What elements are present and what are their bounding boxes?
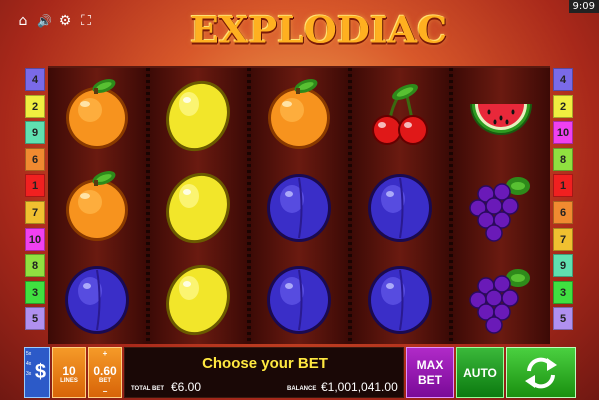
game-logo: EXPLODIAC (190, 8, 448, 51)
bet-panel: 5x 4x 3x $ 10 LINES + 0.60 BET − Choose … (24, 347, 576, 398)
home-icon[interactable]: ⌂ (16, 14, 30, 28)
plum-symbol (48, 252, 146, 344)
lemon-symbol (149, 252, 247, 344)
payline-indicator: 3 (553, 280, 573, 304)
auto-button[interactable]: AUTO (456, 347, 504, 398)
payline-indicator: 3 (25, 280, 45, 304)
payline-indicator: 8 (553, 147, 573, 171)
payline-indicator: 7 (25, 200, 45, 224)
plum-symbol (250, 160, 348, 252)
cherry-symbol (351, 68, 449, 160)
payline-indicator: 1 (25, 174, 45, 198)
payline-indicator: 9 (553, 254, 573, 278)
max-bet-button[interactable]: MAX BET (406, 347, 454, 398)
reel (452, 68, 550, 344)
payline-indicator: 5 (553, 307, 573, 331)
reel-divider (348, 68, 352, 344)
bet-button[interactable]: + 0.60 BET − (88, 347, 122, 398)
plum-symbol (351, 252, 449, 344)
plum-symbol (351, 160, 449, 252)
payline-indicator: 7 (553, 227, 573, 251)
plum-symbol (250, 252, 348, 344)
info-panel: Choose your BET TOTAL BET €6.00 BALANCE … (124, 347, 404, 398)
gear-icon[interactable]: ⚙ (58, 14, 72, 28)
bet-value: 0.60 (93, 364, 117, 378)
bet-label: BET (99, 378, 111, 384)
reel (351, 68, 449, 344)
bet-message: Choose your BET (202, 355, 328, 372)
payline-indicator: 4 (25, 68, 45, 91)
dollar-icon: $ (34, 361, 46, 383)
top-icons: ⌂ 🔊 ⚙ ⛶ (16, 14, 93, 28)
payline-indicator: 2 (553, 94, 573, 118)
orange-symbol (250, 68, 348, 160)
payline-indicator: 9 (25, 121, 45, 145)
bet-decrease-icon[interactable]: − (89, 388, 121, 396)
reel-area (48, 66, 550, 344)
lemon-symbol (149, 160, 247, 252)
reel-divider (449, 68, 453, 344)
balance-value: €1,001,041.00 (321, 380, 398, 394)
balance-label: BALANCE (287, 386, 317, 392)
grapes-symbol (452, 252, 550, 344)
reel-divider (247, 68, 251, 344)
payline-indicator: 8 (25, 254, 45, 278)
spin-button[interactable] (506, 347, 576, 398)
total-bet-value: €6.00 (171, 380, 202, 394)
max-bet-label-2: BET (418, 373, 442, 387)
lines-label: LINES (60, 378, 78, 384)
paytable-button[interactable]: 5x 4x 3x $ (24, 347, 50, 398)
ways-line: 5x (26, 351, 32, 357)
watermelon-symbol (452, 68, 550, 160)
fullscreen-icon[interactable]: ⛶ (79, 14, 93, 28)
payline-indicator: 6 (25, 147, 45, 171)
reel (149, 68, 247, 344)
payline-indicator: 6 (553, 200, 573, 224)
lemon-symbol (149, 68, 247, 160)
sound-icon[interactable]: 🔊 (37, 14, 52, 28)
payline-indicator: 4 (553, 68, 573, 91)
payline-indicator: 5 (25, 307, 45, 331)
spin-arrows-icon (525, 357, 557, 388)
bet-increase-icon[interactable]: + (89, 350, 121, 358)
orange-symbol (48, 68, 146, 160)
lines-button[interactable]: 10 LINES (52, 347, 86, 398)
lines-value: 10 (62, 364, 76, 378)
max-bet-label-1: MAX (416, 358, 444, 372)
orange-symbol (48, 160, 146, 252)
paylines-left: 4 2 9 6 1 7 10 8 3 5 (25, 68, 45, 334)
paylines-right: 4 2 10 8 1 6 7 9 3 5 (553, 68, 573, 334)
total-bet-label: TOTAL BET (131, 386, 164, 392)
payline-indicator: 2 (25, 94, 45, 118)
status-time: 9:09 (568, 0, 599, 13)
payline-indicator: 10 (553, 121, 573, 145)
payline-indicator: 1 (553, 174, 573, 198)
grapes-symbol (452, 160, 550, 252)
payline-indicator: 10 (25, 227, 45, 251)
reel-divider (146, 68, 150, 344)
reel (48, 68, 146, 344)
reel (250, 68, 348, 344)
